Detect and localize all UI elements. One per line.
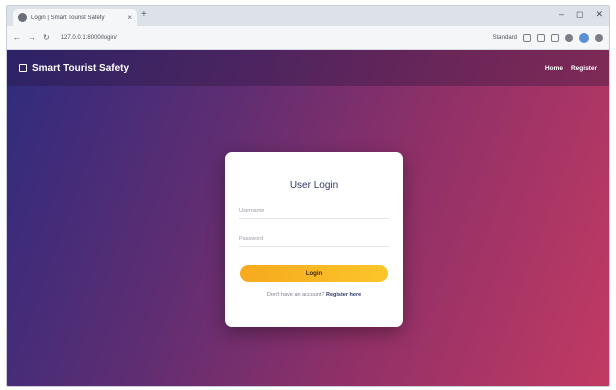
back-button[interactable]: ← xyxy=(13,33,21,42)
extensions-icon[interactable] xyxy=(565,33,573,42)
tab-strip: Login | Smart Tourist Safety × + – ◻ ✕ xyxy=(7,6,609,26)
maximize-button[interactable]: ◻ xyxy=(576,9,583,20)
register-line: Don't have an account? Register here xyxy=(239,292,389,298)
address-bar: ← → ↻ 127.0.0.1:8000/login/ Standard xyxy=(7,26,609,50)
window-controls: – ◻ ✕ xyxy=(559,9,603,20)
favorites-icon[interactable] xyxy=(551,33,559,42)
browser-tab[interactable]: Login | Smart Tourist Safety × xyxy=(13,9,137,26)
login-card: User Login Login Don't have an account? … xyxy=(225,152,403,327)
bookmark-icon[interactable] xyxy=(523,33,531,42)
login-title: User Login xyxy=(289,180,339,191)
nav-link-home[interactable]: Home xyxy=(545,65,563,72)
brand-icon xyxy=(19,64,27,72)
password-field xyxy=(239,232,389,247)
close-window-button[interactable]: ✕ xyxy=(595,9,603,20)
profile-avatar[interactable] xyxy=(579,32,589,43)
close-tab-icon[interactable]: × xyxy=(127,13,132,22)
username-input[interactable] xyxy=(239,208,389,214)
site-navbar: Smart Tourist Safety Home Register xyxy=(7,50,609,86)
browser-window: Login | Smart Tourist Safety × + – ◻ ✕ ←… xyxy=(6,5,610,387)
browser-toolbar: Standard xyxy=(493,32,603,43)
globe-icon xyxy=(18,13,27,22)
register-prompt: Don't have an account? xyxy=(266,292,325,298)
brand[interactable]: Smart Tourist Safety xyxy=(19,63,129,74)
nav-links: Home Register xyxy=(545,65,597,72)
register-link[interactable]: Register here xyxy=(326,292,361,298)
username-field xyxy=(239,204,389,219)
login-button[interactable]: Login xyxy=(240,265,388,282)
minimize-button[interactable]: – xyxy=(559,9,564,20)
reload-button[interactable]: ↻ xyxy=(43,33,50,42)
url-field[interactable]: 127.0.0.1:8000/login/ xyxy=(61,35,117,41)
split-view-icon[interactable] xyxy=(537,33,545,42)
page-viewport: Smart Tourist Safety Home Register User … xyxy=(7,50,609,386)
zoom-label[interactable]: Standard xyxy=(493,35,517,41)
brand-name: Smart Tourist Safety xyxy=(32,62,130,74)
password-input[interactable] xyxy=(239,236,389,242)
tab-title: Login | Smart Tourist Safety xyxy=(31,14,105,21)
new-tab-button[interactable]: + xyxy=(141,10,147,20)
nav-link-register[interactable]: Register xyxy=(571,65,597,72)
menu-icon[interactable] xyxy=(595,33,603,42)
forward-button[interactable]: → xyxy=(28,33,36,42)
